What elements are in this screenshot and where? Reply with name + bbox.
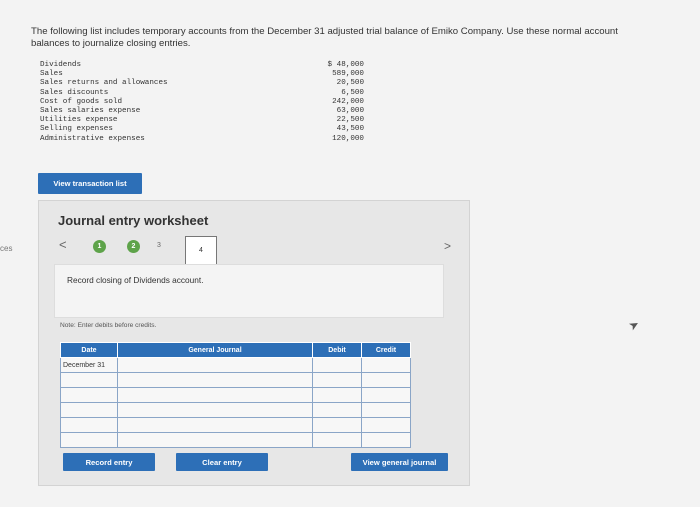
worksheet-title: Journal entry worksheet bbox=[58, 213, 209, 228]
debit-input[interactable] bbox=[312, 417, 362, 433]
credit-input[interactable] bbox=[361, 402, 411, 418]
record-entry-button[interactable]: Record entry bbox=[63, 453, 155, 471]
account-input[interactable] bbox=[117, 402, 313, 418]
table-row bbox=[60, 387, 411, 403]
clear-entry-button[interactable]: Clear entry bbox=[176, 453, 268, 471]
account-name: Sales returns and allowances bbox=[40, 79, 168, 88]
account-amount: 20,500 bbox=[336, 79, 364, 88]
date-cell[interactable] bbox=[60, 417, 118, 433]
account-row: Selling expenses 43,500 bbox=[40, 125, 364, 134]
account-input[interactable] bbox=[117, 372, 313, 388]
journal-entry-worksheet: Journal entry worksheet < 1 2 3 4 > Reco… bbox=[38, 200, 470, 486]
account-name: Utilities expense bbox=[40, 116, 118, 125]
table-row bbox=[60, 417, 411, 433]
account-name: Administrative expenses bbox=[40, 134, 145, 143]
instruction-box: Record closing of Dividends account. bbox=[54, 264, 444, 318]
account-name: Cost of goods sold bbox=[40, 97, 123, 106]
account-amount: 63,000 bbox=[336, 107, 364, 116]
problem-intro: The following list includes temporary ac… bbox=[31, 26, 618, 49]
note-text: Note: Enter debits before credits. bbox=[60, 322, 157, 329]
date-header: Date bbox=[60, 342, 118, 358]
credit-input[interactable] bbox=[361, 387, 411, 403]
side-tab-label[interactable]: ces bbox=[0, 244, 12, 253]
table-row bbox=[60, 372, 411, 388]
account-name: Selling expenses bbox=[40, 125, 113, 134]
debit-input[interactable] bbox=[312, 432, 362, 448]
date-cell[interactable]: December 31 bbox=[60, 357, 118, 373]
table-row: December 31 bbox=[60, 357, 411, 373]
general-journal-header: General Journal bbox=[117, 342, 313, 358]
account-input[interactable] bbox=[117, 357, 313, 373]
account-amount: 43,500 bbox=[336, 125, 364, 134]
account-row: Cost of goods sold 242,000 bbox=[40, 98, 364, 107]
account-row: Dividends $ 48,000 bbox=[40, 61, 364, 70]
view-transaction-list-button[interactable]: View transaction list bbox=[38, 173, 142, 194]
account-row: Administrative expenses 120,000 bbox=[40, 135, 364, 144]
account-amount: 22,500 bbox=[336, 116, 364, 125]
account-name: Sales discounts bbox=[40, 88, 109, 97]
debit-input[interactable] bbox=[312, 402, 362, 418]
credit-input[interactable] bbox=[361, 357, 411, 373]
account-row: Sales returns and allowances 20,500 bbox=[40, 79, 364, 88]
next-step-icon[interactable]: > bbox=[444, 239, 451, 253]
journal-table: Date General Journal Debit Credit Decemb… bbox=[60, 342, 411, 448]
debit-input[interactable] bbox=[312, 357, 362, 373]
table-row bbox=[60, 432, 411, 448]
account-amount: 120,000 bbox=[332, 134, 364, 143]
instruction-text: Record closing of Dividends account. bbox=[67, 275, 204, 285]
account-row: Utilities expense 22,500 bbox=[40, 116, 364, 125]
credit-input[interactable] bbox=[361, 417, 411, 433]
debit-header: Debit bbox=[312, 342, 362, 358]
date-cell[interactable] bbox=[60, 432, 118, 448]
debit-input[interactable] bbox=[312, 372, 362, 388]
account-input[interactable] bbox=[117, 417, 313, 433]
account-amount: 6,500 bbox=[341, 88, 364, 97]
credit-header: Credit bbox=[361, 342, 411, 358]
account-input[interactable] bbox=[117, 387, 313, 403]
view-general-journal-button[interactable]: View general journal bbox=[351, 453, 448, 471]
debit-input[interactable] bbox=[312, 387, 362, 403]
account-name: Sales salaries expense bbox=[40, 107, 141, 116]
step-2-indicator[interactable]: 2 bbox=[127, 240, 140, 253]
step-3-indicator[interactable]: 3 bbox=[157, 242, 161, 249]
accounts-list: Dividends $ 48,000 Sales 589,000 Sales ret… bbox=[40, 61, 364, 144]
account-amount: 242,000 bbox=[332, 97, 364, 106]
table-row bbox=[60, 402, 411, 418]
step-4-indicator[interactable]: 4 bbox=[185, 236, 217, 265]
credit-input[interactable] bbox=[361, 432, 411, 448]
date-cell[interactable] bbox=[60, 372, 118, 388]
date-cell[interactable] bbox=[60, 402, 118, 418]
credit-input[interactable] bbox=[361, 372, 411, 388]
step-1-indicator[interactable]: 1 bbox=[93, 240, 106, 253]
account-row: Sales discounts 6,500 bbox=[40, 89, 364, 98]
date-cell[interactable] bbox=[60, 387, 118, 403]
account-name: Sales bbox=[40, 70, 63, 79]
previous-step-icon[interactable]: < bbox=[59, 237, 67, 252]
journal-header-row: Date General Journal Debit Credit bbox=[60, 342, 411, 358]
account-row: Sales 589,000 bbox=[40, 70, 364, 79]
account-amount: 589,000 bbox=[332, 70, 364, 79]
cursor-icon: ➤ bbox=[626, 316, 642, 334]
account-row: Sales salaries expense 63,000 bbox=[40, 107, 364, 116]
account-name: Dividends bbox=[40, 61, 82, 69]
account-amount: $ 48,000 bbox=[327, 61, 364, 69]
account-input[interactable] bbox=[117, 432, 313, 448]
